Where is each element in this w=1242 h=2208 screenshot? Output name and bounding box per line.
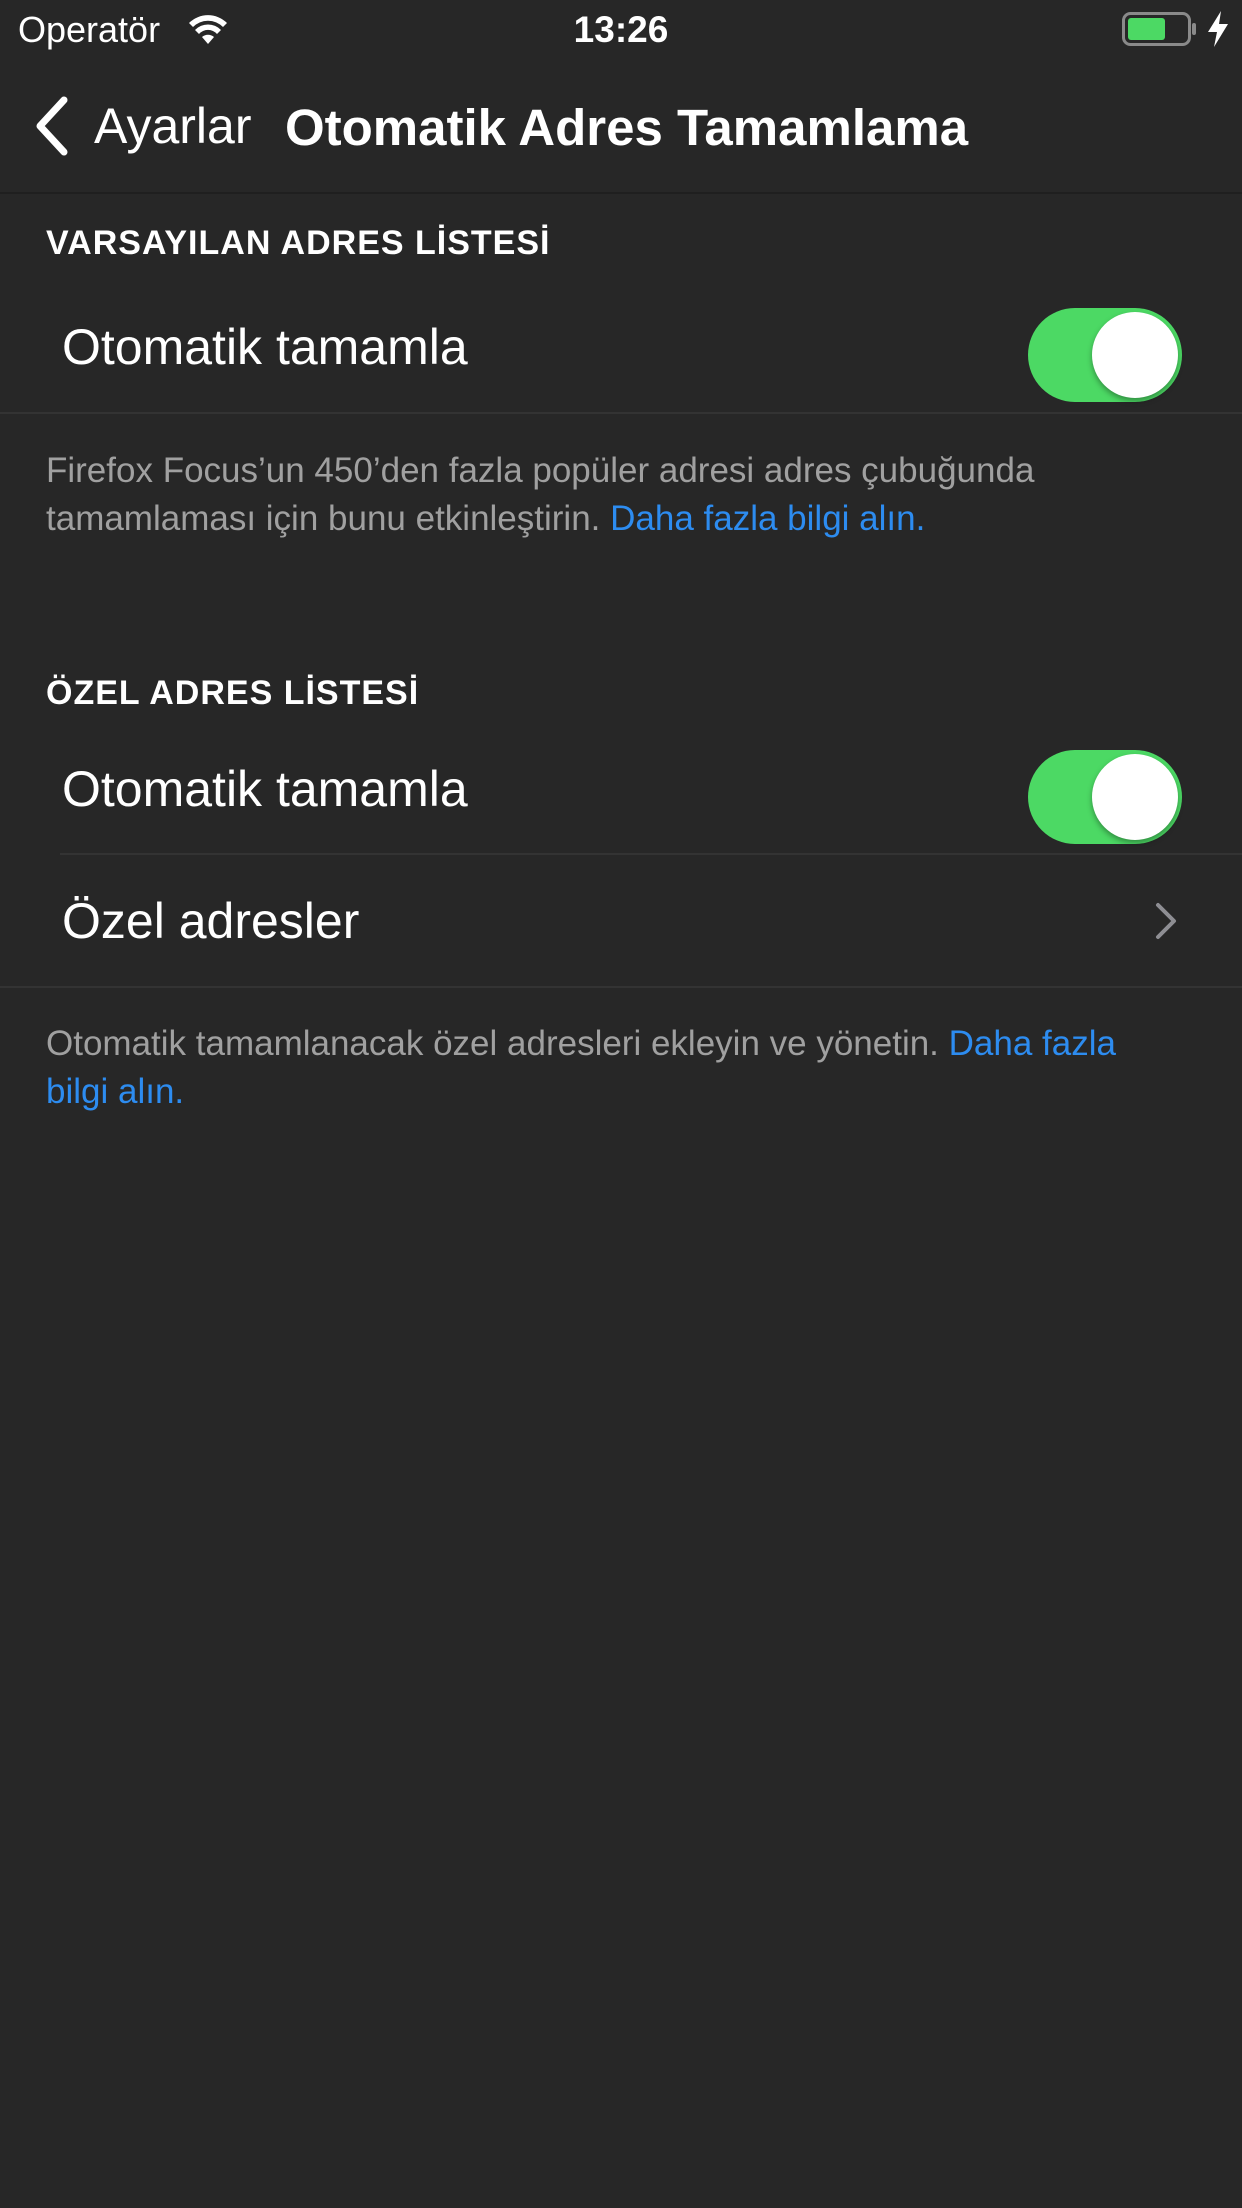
chevron-left-icon <box>36 96 68 156</box>
custom-list-footer-text: Otomatik tamamlanacak özel adresleri ekl… <box>46 1024 949 1063</box>
divider <box>0 986 1242 988</box>
charging-bolt-icon <box>1208 11 1228 47</box>
default-autocomplete-toggle[interactable] <box>1028 308 1182 402</box>
custom-addresses-row[interactable]: Özel adresler <box>0 856 1242 986</box>
custom-addresses-label: Özel adresler <box>62 893 360 949</box>
section-header-default-list: VARSAYILAN ADRES LİSTESİ <box>46 224 551 262</box>
default-autocomplete-label: Otomatik tamamla <box>62 319 468 375</box>
default-list-footer: Firefox Focus’un 450’den fazla popüler a… <box>46 447 1186 543</box>
battery-icon <box>1122 12 1196 46</box>
custom-autocomplete-toggle[interactable] <box>1028 750 1182 844</box>
custom-list-footer: Otomatik tamamlanacak özel adresleri ekl… <box>46 1020 1186 1116</box>
custom-autocomplete-label: Otomatik tamamla <box>62 761 468 817</box>
divider <box>0 412 1242 414</box>
toggle-knob <box>1092 754 1178 840</box>
back-label: Ayarlar <box>94 98 252 154</box>
navigation-bar: Ayarlar Otomatik Adres Tamamlama <box>0 60 1242 194</box>
custom-autocomplete-row: Otomatik tamamla <box>0 724 1242 854</box>
status-time: 13:26 <box>573 9 669 50</box>
page-title: Otomatik Adres Tamamlama <box>285 99 969 156</box>
status-bar: Operatör 13:26 <box>0 0 1242 60</box>
default-list-learn-more-link[interactable]: Daha fazla bilgi alın. <box>610 499 925 538</box>
default-autocomplete-row: Otomatik tamamla <box>0 282 1242 412</box>
toggle-knob <box>1092 312 1178 398</box>
back-button[interactable]: Ayarlar <box>32 90 251 162</box>
chevron-right-icon <box>1156 903 1176 939</box>
settings-screen: Operatör 13:26 Ayarlar Otomatik Adres Ta… <box>0 0 1242 2208</box>
section-header-custom-list: ÖZEL ADRES LİSTESİ <box>46 674 420 712</box>
divider <box>60 853 1242 855</box>
